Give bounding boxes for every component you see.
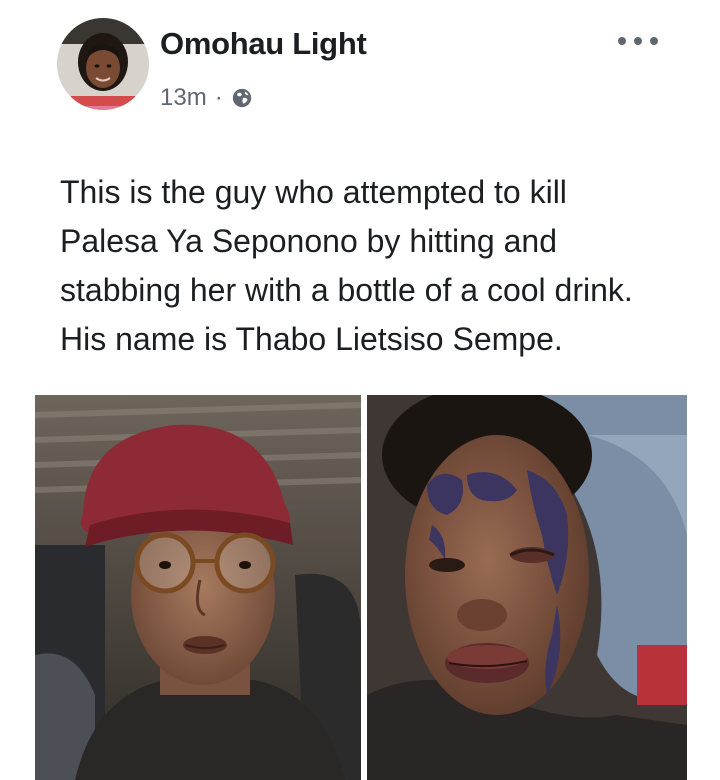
more-options-icon [634, 37, 642, 45]
meta-separator: · [214, 84, 223, 111]
post-photo-left[interactable] [35, 395, 361, 780]
man-selfie-photo [35, 395, 361, 780]
more-options-icon [650, 37, 658, 45]
facebook-post: Omohau Light 13m · This is the guy who a… [0, 0, 720, 780]
post-photo-right[interactable] [367, 395, 687, 780]
injured-woman-photo [367, 395, 687, 780]
post-message-line: Palesa Ya Seponono by hitting and [60, 223, 557, 259]
post-timestamp[interactable]: 13m [160, 84, 207, 112]
author-name[interactable]: Omohau Light [160, 26, 367, 62]
globe-icon[interactable] [231, 87, 253, 109]
more-options-icon [618, 37, 626, 45]
more-options-button[interactable] [618, 28, 658, 54]
post-message-line: His name is Thabo Lietsiso Sempe. [60, 321, 563, 357]
post-meta: 13m · [160, 84, 253, 112]
post-message-line: This is the guy who attempted to kill [60, 174, 567, 210]
post-message-line: stabbing her with a bottle of a cool dri… [60, 272, 633, 308]
author-avatar[interactable] [57, 18, 149, 110]
post-message: This is the guy who attempted to kill Pa… [60, 168, 700, 364]
avatar-image [57, 18, 149, 110]
